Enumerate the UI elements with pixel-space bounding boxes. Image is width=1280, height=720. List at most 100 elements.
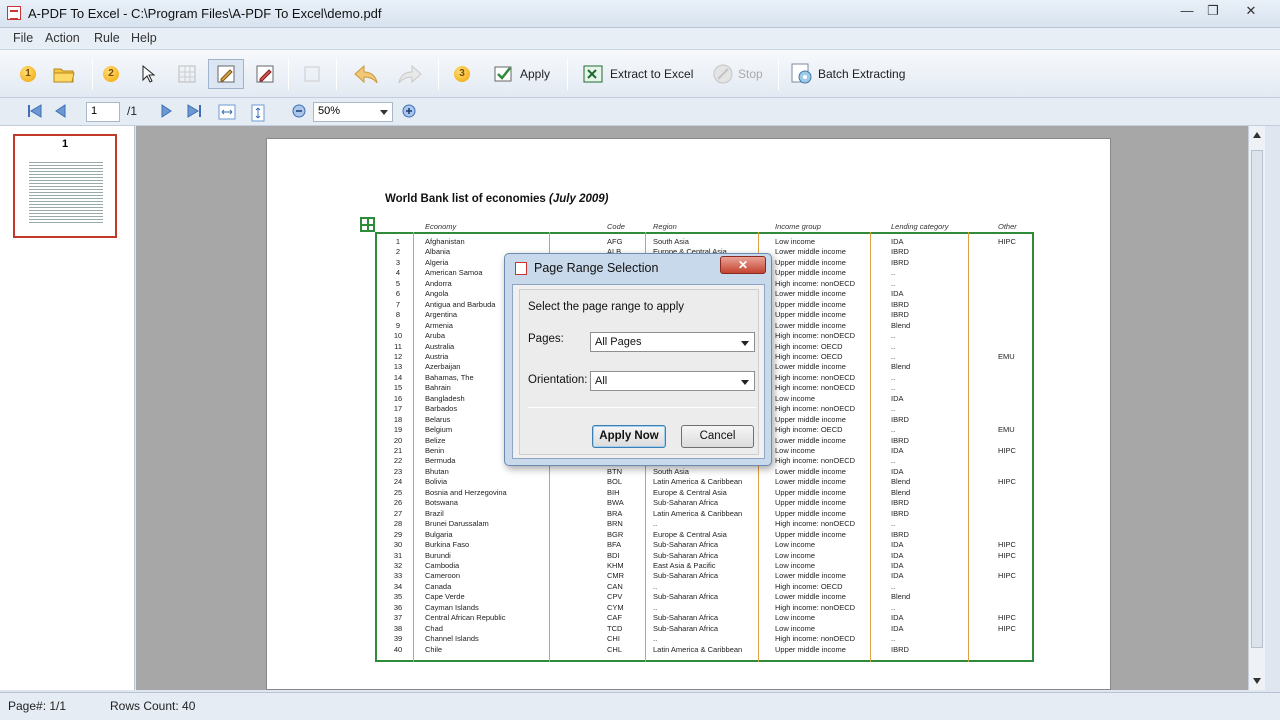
table-cell: .. bbox=[653, 602, 658, 612]
stop-label: Stop bbox=[738, 67, 763, 81]
undo-arrow-icon bbox=[354, 64, 378, 84]
table-row: 31 Burundi BDI Sub-Saharan Africa Low income… bbox=[380, 551, 1040, 561]
table-cell: Canada bbox=[425, 581, 452, 591]
table-cell: 7 bbox=[395, 299, 401, 309]
open-folder-button[interactable] bbox=[52, 60, 76, 88]
table-select-icon[interactable] bbox=[360, 217, 375, 232]
page-number-input[interactable]: 1 bbox=[86, 102, 120, 122]
table-row: 29 Bulgaria BGR Europe & Central Asia Upper … bbox=[380, 530, 1040, 540]
table-cell: Bulgaria bbox=[425, 529, 453, 539]
merge-button[interactable] bbox=[302, 60, 322, 88]
extract-to-excel-button[interactable]: Extract to Excel bbox=[582, 60, 693, 88]
table-cell: 23 bbox=[393, 466, 403, 476]
table-cell: BTN bbox=[607, 466, 622, 476]
table-row: 34 Canada CAN.. High income: OECD.. bbox=[380, 582, 1040, 592]
table-cell: High income: OECD bbox=[775, 581, 843, 591]
table-grid-icon bbox=[178, 65, 196, 83]
table-cell: Latin America & Caribbean bbox=[653, 477, 743, 487]
table-cell: BOL bbox=[607, 477, 623, 487]
table-cell: Low income bbox=[775, 560, 816, 570]
scroll-up-icon[interactable] bbox=[1253, 132, 1261, 138]
table-cell: IDA bbox=[891, 237, 904, 246]
table-cell: 15 bbox=[393, 383, 403, 393]
table-cell: Andorra bbox=[425, 278, 452, 288]
last-page-icon[interactable] bbox=[186, 104, 202, 121]
cancel-button[interactable]: Cancel bbox=[681, 425, 754, 448]
table-tool-button[interactable] bbox=[176, 60, 198, 88]
pdf-app-icon bbox=[7, 6, 21, 20]
table-cell: Cameroon bbox=[425, 571, 461, 581]
table-row: 25 Bosnia and Herzegovina BIH Europe & Cent… bbox=[380, 488, 1040, 498]
close-window-button[interactable]: ✕ bbox=[1238, 2, 1264, 20]
edit-column-button[interactable] bbox=[208, 59, 244, 89]
first-page-icon[interactable] bbox=[27, 104, 43, 121]
table-cell: .. bbox=[891, 425, 896, 435]
select-tool-button[interactable] bbox=[140, 60, 156, 88]
apply-button[interactable]: Apply bbox=[492, 60, 550, 88]
batch-gear-icon bbox=[791, 63, 812, 84]
table-cell: HIPC bbox=[998, 540, 1016, 550]
table-cell: CPV bbox=[607, 592, 623, 602]
table-cell: 34 bbox=[393, 581, 403, 591]
table-cell: CYM bbox=[607, 602, 624, 612]
zoom-out-icon[interactable] bbox=[292, 104, 306, 121]
table-cell: CHI bbox=[607, 634, 620, 644]
table-cell: EMU bbox=[998, 351, 1015, 361]
edit-row-button[interactable] bbox=[254, 60, 276, 88]
table-cell: 30 bbox=[393, 540, 403, 550]
zoom-in-icon[interactable] bbox=[402, 104, 416, 121]
restore-button[interactable]: ❐ bbox=[1200, 2, 1226, 20]
table-cell: South Asia bbox=[653, 237, 689, 246]
table-cell: IDA bbox=[891, 571, 904, 581]
table-row: 36 Cayman Islands CYM.. High income: nonOEC… bbox=[380, 603, 1040, 613]
table-cell: 39 bbox=[393, 634, 403, 644]
table-cell: .. bbox=[891, 351, 896, 361]
table-cell: Upper middle income bbox=[775, 257, 846, 267]
dialog-close-button[interactable]: ✕ bbox=[720, 256, 766, 274]
table-cell: Blend bbox=[891, 592, 911, 602]
row-edit-icon bbox=[256, 65, 274, 83]
table-cell: Upper middle income bbox=[775, 299, 846, 309]
batch-extracting-button[interactable]: Batch Extracting bbox=[790, 60, 905, 88]
pages-select[interactable]: All Pages bbox=[590, 332, 755, 352]
table-cell: 5 bbox=[395, 278, 401, 288]
zoom-select[interactable]: 50% bbox=[313, 102, 393, 122]
table-cell: Aruba bbox=[425, 331, 446, 341]
pages-value: All Pages bbox=[595, 336, 642, 348]
prev-page-icon[interactable] bbox=[55, 104, 67, 121]
table-cell: Cayman Islands bbox=[425, 602, 479, 612]
menu-help[interactable]: Help bbox=[131, 31, 157, 45]
next-page-icon[interactable] bbox=[160, 104, 172, 121]
table-cell: IBRD bbox=[891, 435, 909, 445]
table-cell: CHL bbox=[607, 644, 623, 654]
table-cell: HIPC bbox=[998, 237, 1016, 246]
zoom-value: 50% bbox=[318, 105, 341, 117]
status-page: Page#: 1/1 bbox=[8, 699, 67, 713]
table-cell: Cambodia bbox=[425, 560, 460, 570]
orientation-select[interactable]: All bbox=[590, 371, 755, 391]
table-row: 27 Brazil BRA Latin America & Caribbean Uppe… bbox=[380, 509, 1040, 519]
apply-now-button[interactable]: Apply Now bbox=[592, 425, 666, 448]
table-cell: Cape Verde bbox=[425, 592, 465, 602]
redo-button[interactable] bbox=[396, 60, 424, 88]
menu-action[interactable]: Action bbox=[45, 31, 80, 45]
table-cell: Low income bbox=[775, 237, 816, 246]
fit-height-icon[interactable] bbox=[251, 104, 265, 125]
stop-button[interactable]: Stop bbox=[712, 60, 763, 88]
table-cell: High income: nonOECD bbox=[775, 404, 856, 414]
table-cell: Sub-Saharan Africa bbox=[653, 623, 719, 633]
menu-file[interactable]: File bbox=[13, 31, 33, 45]
minimize-button[interactable]: — bbox=[1174, 2, 1200, 20]
table-cell: Brazil bbox=[425, 508, 444, 518]
table-cell: KHM bbox=[607, 560, 624, 570]
table-row: 28 Brunei Darussalam BRN.. High income: non… bbox=[380, 519, 1040, 529]
scrollbar-thumb[interactable] bbox=[1251, 150, 1263, 648]
menu-rule[interactable]: Rule bbox=[94, 31, 120, 45]
scroll-down-icon[interactable] bbox=[1253, 678, 1261, 684]
fit-width-icon[interactable] bbox=[218, 104, 236, 123]
undo-button[interactable] bbox=[352, 60, 380, 88]
step-3-icon: 3 bbox=[454, 60, 470, 88]
table-cell: .. bbox=[891, 581, 896, 591]
vertical-scrollbar[interactable] bbox=[1248, 126, 1265, 690]
page-thumbnail[interactable]: 1 bbox=[13, 134, 117, 238]
